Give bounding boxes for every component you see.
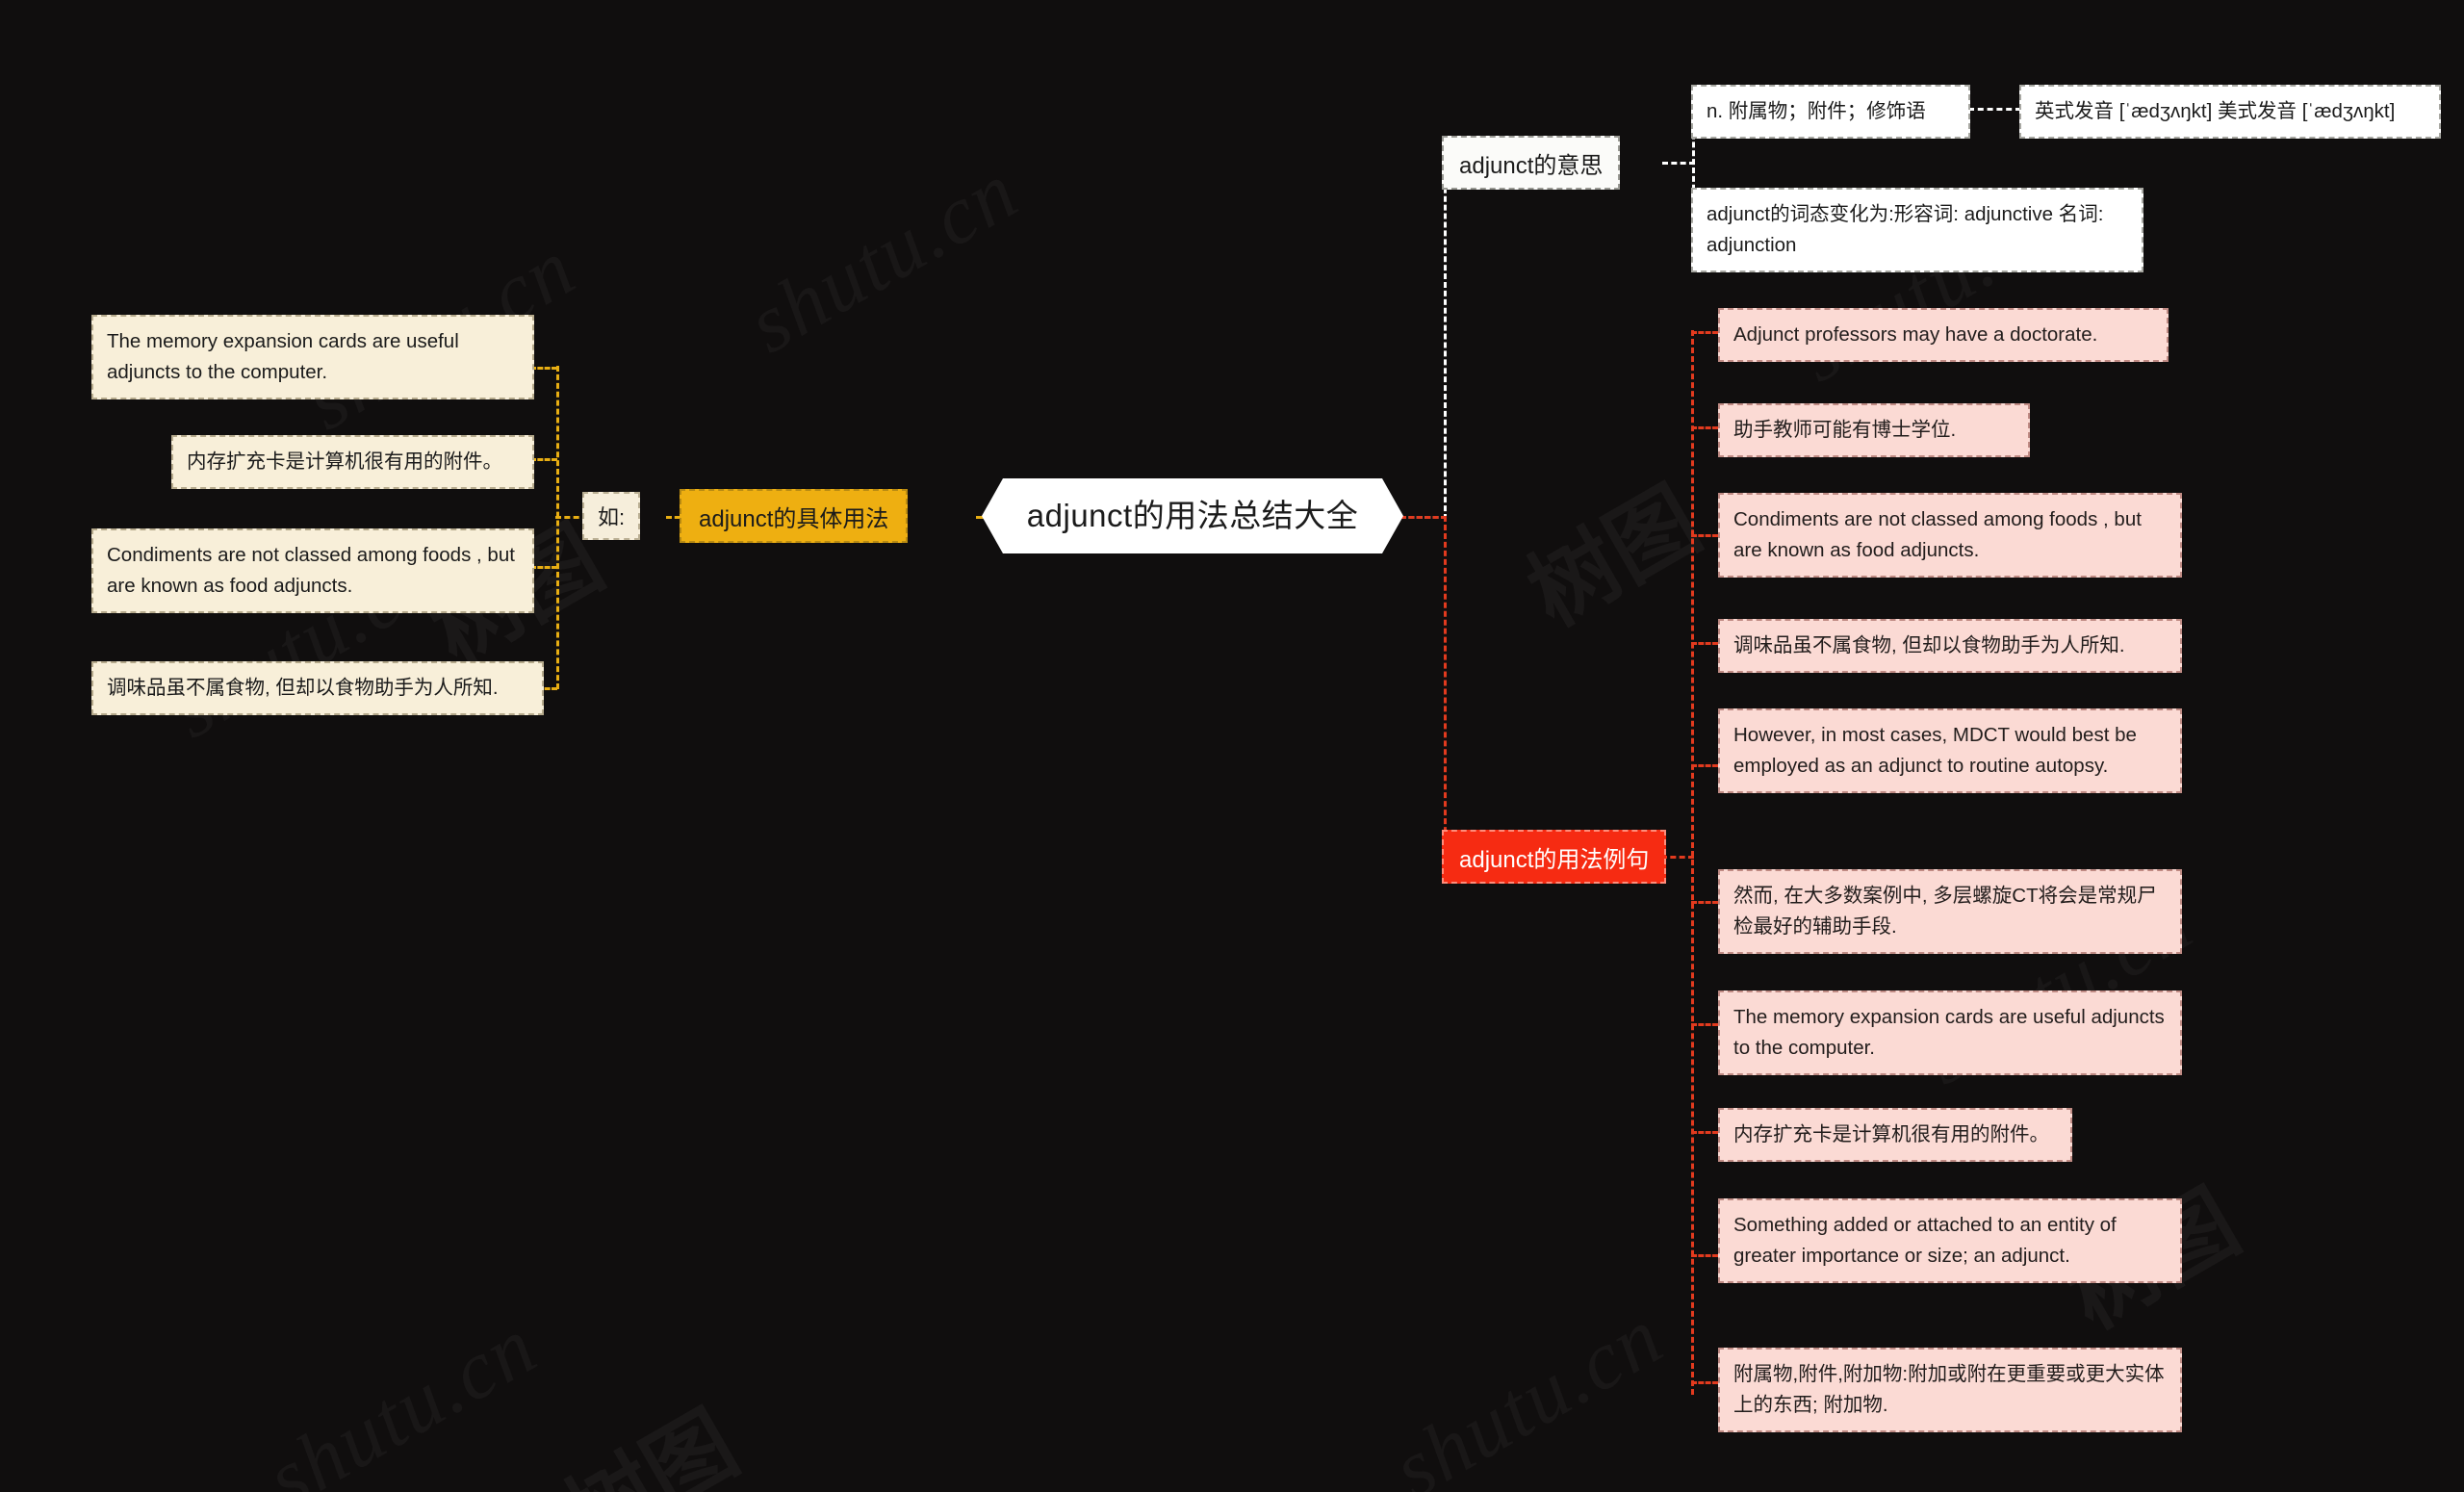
connector-example-leaf-7 [1691,1023,1718,1026]
leaf-usage-1[interactable]: The memory expansion cards are useful ad… [91,315,534,399]
leaf-usage-2[interactable]: 内存扩充卡是计算机很有用的附件。 [171,435,534,489]
watermark-shutu-4: shutu.cn [1376,1287,1679,1492]
connector-spine-meaning [1444,162,1447,520]
watermark-cjk-2: 树图 [539,1375,757,1492]
branch-node-ru[interactable]: 如: [582,492,641,540]
leaf-example-2[interactable]: 助手教师可能有博士学位. [1718,403,2030,457]
branch-node-usage[interactable]: adjunct的具体用法 [680,489,909,543]
leaf-example-10[interactable]: 附属物,附件,附加物:附加或附在更重要或更大实体上的东西; 附加物. [1718,1348,2182,1432]
connector-example-leaf-9 [1691,1254,1718,1257]
connector-example-leaf-10 [1691,1381,1718,1384]
leaf-example-4[interactable]: 调味品虽不属食物, 但却以食物助手为人所知. [1718,619,2182,673]
mindmap-canvas: shutu.cn 树图 shutu.cn shutu.cn 树图 shutu.c… [0,0,2464,1492]
root-node[interactable]: adjunct的用法总结大全 [982,478,1403,553]
connector-example-leaf-8 [1691,1131,1718,1134]
branch-node-meaning[interactable]: adjunct的意思 [1442,136,1621,190]
leaf-example-8[interactable]: 内存扩充卡是计算机很有用的附件。 [1718,1108,2072,1162]
leaf-example-7[interactable]: The memory expansion cards are useful ad… [1718,990,2182,1075]
connector-usage-leaf-2 [530,458,557,461]
connector-example-leaf-4 [1691,642,1718,645]
connector-example-leaf-2 [1691,426,1718,429]
connector-meaning-out [1662,162,1695,165]
connector-root-to-examples-stub [1400,516,1447,519]
branch-node-examples[interactable]: adjunct的用法例句 [1442,830,1667,884]
leaf-example-9[interactable]: Something added or attached to an entity… [1718,1198,2182,1283]
connector-usage-spine [556,366,559,689]
leaf-meaning-inflections[interactable]: adjunct的词态变化为:形容词: adjunctive 名词: adjunc… [1691,188,2143,272]
connector-example-leaf-3 [1691,534,1718,537]
leaf-example-3[interactable]: Condiments are not classed among foods ,… [1718,493,2182,578]
connector-usage-leaf-3 [530,566,557,569]
leaf-pronunciation[interactable]: 英式发音 [ˈædʒʌŋkt] 美式发音 [ˈædʒʌŋkt] [2019,85,2441,139]
connector-example-leaf-6 [1691,901,1718,904]
leaf-example-6[interactable]: 然而, 在大多数案例中, 多层螺旋CT将会是常规尸检最好的辅助手段. [1718,869,2182,954]
leaf-usage-3[interactable]: Condiments are not classed among foods ,… [91,528,534,613]
leaf-meaning-definition[interactable]: n. 附属物；附件；修饰语 [1691,85,1970,139]
watermark-shutu-2: shutu.cn [732,141,1034,372]
connector-example-leaf-1 [1691,331,1718,334]
connector-usage-leaf-1 [530,367,557,370]
leaf-example-1[interactable]: Adjunct professors may have a doctorate. [1718,308,2169,362]
leaf-example-5[interactable]: However, in most cases, MDCT would best … [1718,708,2182,793]
connector-spine-examples [1444,516,1447,859]
connector-examples-spine [1691,330,1694,1395]
connector-to-pronunciation [1968,108,2021,111]
watermark-cjk-3: 树图 [1502,450,1719,650]
connector-example-leaf-5 [1691,764,1718,767]
watermark-shutu-3: shutu.cn [250,1297,552,1492]
leaf-usage-4[interactable]: 调味品虽不属食物, 但却以食物助手为人所知. [91,661,544,715]
connector-root-to-right [1400,516,1447,519]
